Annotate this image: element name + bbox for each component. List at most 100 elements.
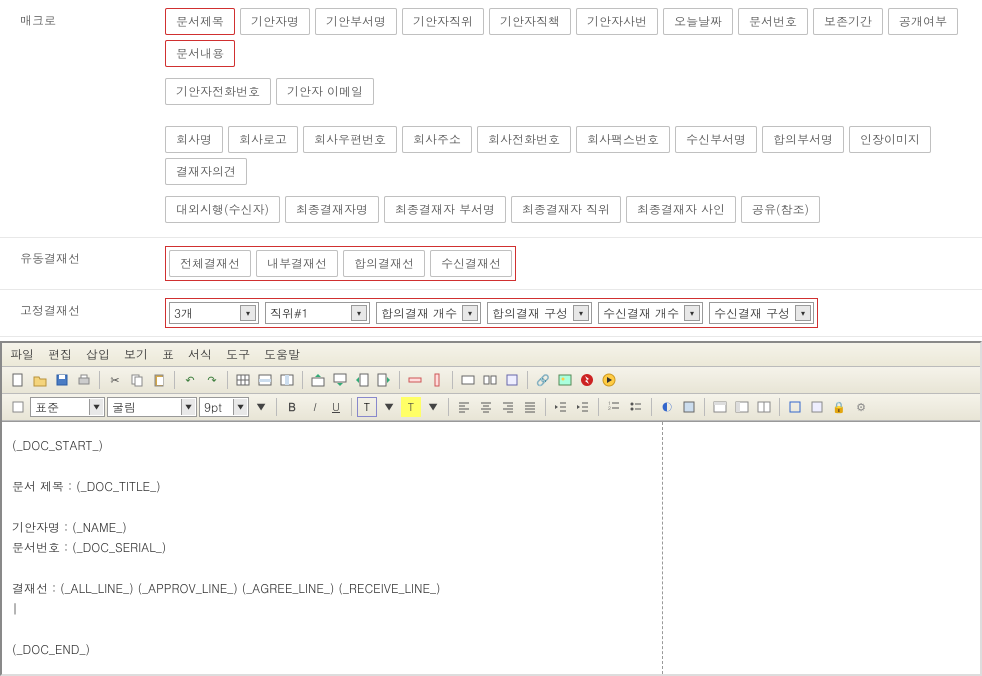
macro-button[interactable]: 문서내용 (165, 40, 235, 67)
menu-item[interactable]: 삽입 (86, 346, 110, 363)
row-above-icon[interactable] (308, 370, 328, 390)
save-icon[interactable] (52, 370, 72, 390)
macro-button[interactable]: 기안부서명 (315, 8, 397, 35)
ordered-list-icon[interactable]: 12 (604, 397, 624, 417)
table-col-icon[interactable] (277, 370, 297, 390)
col-right-icon[interactable] (374, 370, 394, 390)
layout3-icon[interactable] (754, 397, 774, 417)
cut-icon[interactable]: ✂ (105, 370, 125, 390)
macro-button[interactable]: 회사로고 (228, 126, 298, 153)
fixedline-select[interactable]: 3개▾ (169, 302, 259, 324)
col-left-icon[interactable] (352, 370, 372, 390)
macro-button[interactable]: 기안자 이메일 (276, 78, 374, 105)
flash-icon[interactable] (577, 370, 597, 390)
macro-button[interactable]: 합의부서명 (762, 126, 844, 153)
table-insert-icon[interactable] (233, 370, 253, 390)
macro-button[interactable]: 문서제목 (165, 8, 235, 35)
bg-color-icon[interactable]: T (401, 397, 421, 417)
link-icon[interactable]: 🔗 (533, 370, 553, 390)
macro-button[interactable]: 공개여부 (888, 8, 958, 35)
fixedline-select[interactable]: 수신결재 구성▾ (709, 302, 814, 324)
menu-item[interactable]: 표 (162, 346, 174, 363)
menu-item[interactable]: 도움말 (264, 346, 300, 363)
media-icon[interactable] (599, 370, 619, 390)
macro-button[interactable]: 회사전화번호 (477, 126, 571, 153)
size-select[interactable]: 9pt▼ (199, 397, 249, 417)
align-right-icon[interactable] (498, 397, 518, 417)
font-color-icon[interactable]: T (357, 397, 377, 417)
new-doc-icon[interactable] (8, 370, 28, 390)
size-dropdown-icon[interactable]: ▼ (251, 397, 271, 417)
macro-button[interactable]: 회사우편번호 (303, 126, 397, 153)
format-clear-icon[interactable] (8, 397, 28, 417)
edit-mode-icon[interactable] (807, 397, 827, 417)
align-left-icon[interactable] (454, 397, 474, 417)
lock-icon[interactable]: 🔒 (829, 397, 849, 417)
macro-button[interactable]: 기안자직책 (489, 8, 571, 35)
row-below-icon[interactable] (330, 370, 350, 390)
align-justify-icon[interactable] (520, 397, 540, 417)
bold-icon[interactable]: B (282, 397, 302, 417)
special-char-icon[interactable]: ◐ (657, 397, 677, 417)
table-row-icon[interactable] (255, 370, 275, 390)
fixedline-select[interactable]: 직위#1▾ (265, 302, 370, 324)
flowline-button[interactable]: 내부결재선 (256, 250, 338, 277)
macro-button[interactable]: 회사팩스번호 (576, 126, 670, 153)
italic-icon[interactable]: I (304, 397, 324, 417)
macro-button[interactable]: 공유(참조) (741, 196, 820, 223)
image-icon[interactable] (555, 370, 575, 390)
macro-button[interactable]: 회사명 (165, 126, 223, 153)
menu-item[interactable]: 파일 (10, 346, 34, 363)
fullscreen-icon[interactable] (785, 397, 805, 417)
style-select[interactable]: 표준▼ (30, 397, 105, 417)
split-icon[interactable] (480, 370, 500, 390)
menu-item[interactable]: 서식 (188, 346, 212, 363)
underline-icon[interactable]: U (326, 397, 346, 417)
redo-icon[interactable]: ↷ (202, 370, 222, 390)
macro-button[interactable]: 인장이미지 (849, 126, 931, 153)
outdent-icon[interactable] (551, 397, 571, 417)
menu-item[interactable]: 도구 (226, 346, 250, 363)
table-bg-icon[interactable] (679, 397, 699, 417)
flowline-button[interactable]: 수신결재선 (430, 250, 512, 277)
unordered-list-icon[interactable] (626, 397, 646, 417)
macro-button[interactable]: 오늘날짜 (663, 8, 733, 35)
align-center-icon[interactable] (476, 397, 496, 417)
fixedline-select[interactable]: 합의결재 개수▾ (376, 302, 481, 324)
macro-button[interactable]: 문서번호 (738, 8, 808, 35)
macro-button[interactable]: 보존기간 (813, 8, 883, 35)
macro-button[interactable]: 수신부서명 (675, 126, 757, 153)
font-color-dropdown-icon[interactable]: ▼ (379, 397, 399, 417)
macro-button[interactable]: 최종결재자 사인 (626, 196, 736, 223)
layout1-icon[interactable] (710, 397, 730, 417)
macro-button[interactable]: 기안자전화번호 (165, 78, 271, 105)
open-icon[interactable] (30, 370, 50, 390)
font-select[interactable]: 굴림▼ (107, 397, 197, 417)
flowline-button[interactable]: 합의결재선 (343, 250, 425, 277)
macro-button[interactable]: 최종결재자 직위 (511, 196, 621, 223)
settings-icon[interactable]: ⚙ (851, 397, 871, 417)
macro-button[interactable]: 대외시행(수신자) (165, 196, 280, 223)
menu-item[interactable]: 편집 (48, 346, 72, 363)
copy-icon[interactable] (127, 370, 147, 390)
fixedline-select[interactable]: 합의결재 구성▾ (487, 302, 592, 324)
del-row-icon[interactable] (405, 370, 425, 390)
indent-icon[interactable] (573, 397, 593, 417)
fixedline-select[interactable]: 수신결재 개수▾ (598, 302, 703, 324)
flowline-button[interactable]: 전체결재선 (169, 250, 251, 277)
cell-props-icon[interactable] (502, 370, 522, 390)
macro-button[interactable]: 회사주소 (402, 126, 472, 153)
macro-button[interactable]: 기안자명 (240, 8, 310, 35)
del-col-icon[interactable] (427, 370, 447, 390)
undo-icon[interactable]: ↶ (180, 370, 200, 390)
merge-icon[interactable] (458, 370, 478, 390)
print-icon[interactable] (74, 370, 94, 390)
paste-icon[interactable] (149, 370, 169, 390)
macro-button[interactable]: 최종결재자명 (285, 196, 379, 223)
macro-button[interactable]: 결재자의견 (165, 158, 247, 185)
macro-button[interactable]: 기안자직위 (402, 8, 484, 35)
macro-button[interactable]: 최종결재자 부서명 (384, 196, 506, 223)
layout2-icon[interactable] (732, 397, 752, 417)
menu-item[interactable]: 보기 (124, 346, 148, 363)
macro-button[interactable]: 기안자사번 (576, 8, 658, 35)
